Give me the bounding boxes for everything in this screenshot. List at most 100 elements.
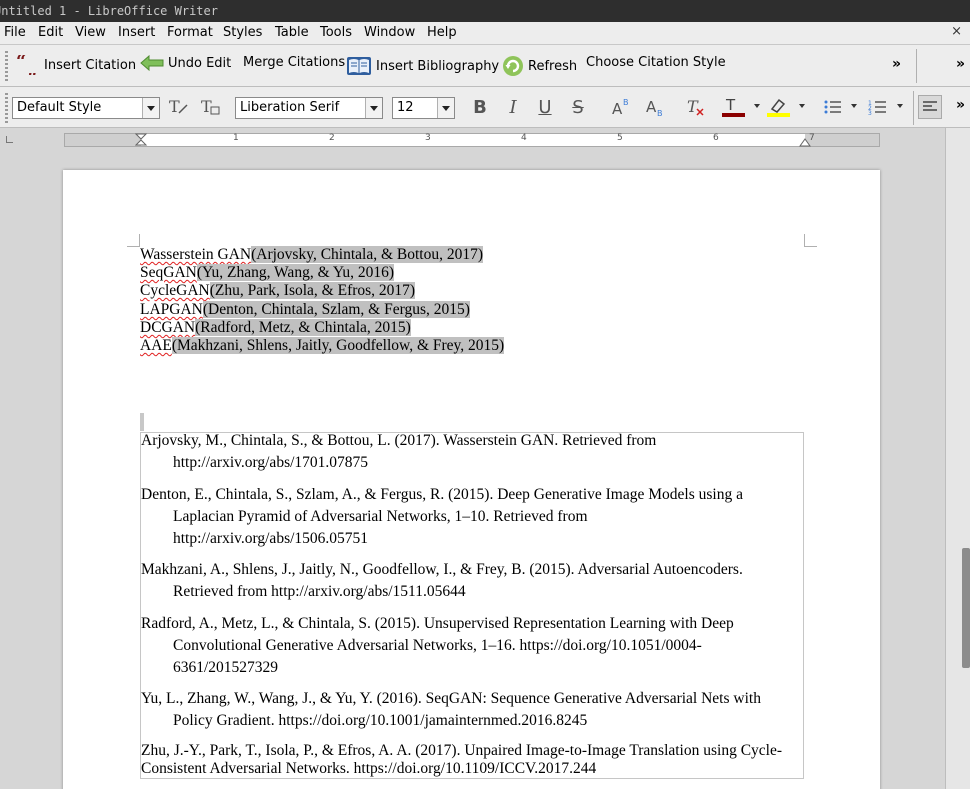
- close-document-icon[interactable]: ×: [951, 24, 962, 39]
- menu-table[interactable]: Table: [275, 25, 309, 40]
- chevron-down-icon[interactable]: [437, 98, 454, 118]
- bibliography-field-marker: [140, 413, 144, 431]
- citation-subject: DCGAN: [140, 319, 196, 336]
- citation-line[interactable]: DCGAN(Radford, Metz, & Chintala, 2015): [140, 319, 411, 337]
- ruler-number: 3: [425, 133, 431, 143]
- citation-toolbar-overflow-icon[interactable]: »: [892, 56, 901, 72]
- toolbar-separator: [913, 91, 914, 125]
- citation-line[interactable]: Wasserstein GAN(Arjovsky, Chintala, & Bo…: [140, 246, 484, 264]
- window-title-bar: Untitled 1 - LibreOffice Writer: [0, 0, 970, 22]
- superscript-icon[interactable]: AB: [609, 95, 633, 119]
- menu-edit[interactable]: Edit: [38, 25, 63, 40]
- citation-field[interactable]: (Zhu, Park, Isola, & Efros, 2017): [209, 282, 416, 299]
- highlight-color-dropdown-icon[interactable]: [799, 104, 805, 108]
- undo-edit-button[interactable]: Undo Edit: [140, 55, 231, 71]
- back-arrow-icon: [140, 55, 164, 71]
- open-book-icon: [346, 55, 372, 77]
- ordered-list-icon[interactable]: 123: [866, 95, 890, 119]
- bibliography-line: Denton, E., Chintala, S., Szlam, A., & F…: [141, 486, 743, 503]
- citation-subject: Wasserstein GAN: [140, 246, 252, 263]
- strikethrough-icon[interactable]: S: [566, 95, 590, 119]
- citation-subject: LAPGAN: [140, 301, 203, 318]
- menu-file[interactable]: File: [4, 25, 26, 40]
- menu-format[interactable]: Format: [167, 25, 213, 40]
- bibliography-section[interactable]: Arjovsky, M., Chintala, S., & Bottou, L.…: [140, 432, 804, 779]
- citation-line[interactable]: AAE(Makhzani, Shlens, Jaitly, Goodfellow…: [140, 337, 505, 355]
- document-workspace: Wasserstein GAN(Arjovsky, Chintala, & Bo…: [0, 152, 945, 789]
- scrollbar-thumb[interactable]: [962, 548, 970, 668]
- ruler-number: 4: [521, 133, 527, 143]
- paragraph-style-value: Default Style: [17, 100, 102, 115]
- chevron-down-icon[interactable]: [365, 98, 382, 118]
- ruler-number: 6: [713, 133, 719, 143]
- font-color-dropdown-icon[interactable]: [754, 104, 760, 108]
- menu-tools[interactable]: Tools: [320, 25, 352, 40]
- svg-text:B: B: [657, 109, 663, 117]
- citation-toolbar: “„ Insert Citation Undo Edit Merge Citat…: [0, 45, 970, 87]
- vertical-scrollbar[interactable]: [945, 128, 970, 789]
- citation-field[interactable]: (Arjovsky, Chintala, & Bottou, 2017): [251, 246, 484, 263]
- choose-citation-style-label: Choose Citation Style: [586, 55, 726, 70]
- ordered-list-dropdown-icon[interactable]: [897, 104, 903, 108]
- horizontal-ruler[interactable]: 1 2 3 4 5 6 7: [64, 133, 880, 147]
- paragraph-style-combo[interactable]: Default Style: [12, 97, 160, 119]
- font-name-value: Liberation Serif: [240, 100, 340, 115]
- text-boundary-corner: [127, 234, 140, 247]
- toolbar-grip[interactable]: [5, 51, 8, 81]
- document-page[interactable]: Wasserstein GAN(Arjovsky, Chintala, & Bo…: [63, 170, 880, 789]
- merge-citations-button[interactable]: Merge Citations: [243, 55, 345, 70]
- subscript-icon[interactable]: AB: [643, 95, 667, 119]
- quote-marks-icon: “„: [16, 55, 40, 75]
- citation-line[interactable]: SeqGAN(Yu, Zhang, Wang, & Yu, 2016): [140, 264, 395, 282]
- toolbar-grip[interactable]: [5, 93, 8, 123]
- citation-field[interactable]: (Denton, Chintala, Szlam, & Fergus, 2015…: [202, 301, 470, 318]
- bold-icon[interactable]: B: [468, 95, 492, 119]
- tab-stop-selector-icon[interactable]: [6, 136, 13, 143]
- ruler-right-margin: [805, 134, 879, 146]
- unordered-list-icon[interactable]: [821, 95, 845, 119]
- insert-bibliography-button[interactable]: Insert Bibliography: [346, 55, 499, 77]
- menu-help[interactable]: Help: [427, 25, 457, 40]
- citation-subject: CycleGAN: [140, 282, 210, 299]
- menu-view[interactable]: View: [75, 25, 106, 40]
- menu-styles[interactable]: Styles: [223, 25, 262, 40]
- ruler-left-margin: [65, 134, 141, 146]
- bibliography-line: Radford, A., Metz, L., & Chintala, S. (2…: [141, 615, 734, 632]
- citation-line[interactable]: LAPGAN(Denton, Chintala, Szlam, & Fergus…: [140, 301, 470, 319]
- citation-subject: AAE: [140, 337, 172, 354]
- ruler-number: 5: [617, 133, 623, 143]
- bibliography-line: Convolutional Generative Adversarial Net…: [173, 637, 702, 654]
- insert-citation-button[interactable]: “„ Insert Citation: [16, 55, 136, 75]
- citation-field[interactable]: (Makhzani, Shlens, Jaitly, Goodfellow, &…: [171, 337, 505, 354]
- menu-window[interactable]: Window: [364, 25, 415, 40]
- right-indent-marker-icon[interactable]: [799, 138, 811, 147]
- italic-icon[interactable]: I: [501, 95, 525, 119]
- font-size-combo[interactable]: 12: [392, 97, 455, 119]
- citation-line[interactable]: CycleGAN(Zhu, Park, Isola, & Efros, 2017…: [140, 282, 416, 300]
- font-name-combo[interactable]: Liberation Serif: [235, 97, 383, 119]
- underline-icon[interactable]: U: [533, 95, 557, 119]
- bibliography-line: Consistent Adversarial Networks. https:/…: [141, 760, 597, 777]
- highlight-color-icon[interactable]: [766, 95, 790, 119]
- choose-citation-style-button[interactable]: Choose Citation Style: [586, 55, 726, 70]
- citation-toolbar-overflow-icon-2[interactable]: »: [956, 56, 965, 72]
- indent-marker-icon[interactable]: [135, 133, 149, 147]
- svg-text:A: A: [646, 98, 657, 116]
- citation-field[interactable]: (Radford, Metz, & Chintala, 2015): [195, 319, 411, 336]
- new-style-icon[interactable]: T: [198, 95, 222, 119]
- svg-text:3: 3: [868, 110, 872, 117]
- menu-insert[interactable]: Insert: [118, 25, 155, 40]
- format-toolbar-overflow-icon[interactable]: »: [956, 97, 965, 113]
- align-left-icon[interactable]: [918, 95, 942, 119]
- citation-field[interactable]: (Yu, Zhang, Wang, & Yu, 2016): [196, 264, 395, 281]
- bibliography-line: http://arxiv.org/abs/1506.05751: [173, 530, 369, 547]
- update-style-icon[interactable]: T: [166, 95, 190, 119]
- window-title: Untitled 1 - LibreOffice Writer: [0, 4, 218, 18]
- undo-edit-label: Undo Edit: [168, 55, 232, 71]
- chevron-down-icon[interactable]: [142, 98, 159, 118]
- bibliography-line: 6361/201527329: [173, 659, 279, 676]
- font-color-icon[interactable]: T: [721, 95, 745, 119]
- clear-formatting-icon[interactable]: T: [683, 95, 707, 119]
- refresh-button[interactable]: Refresh: [502, 55, 577, 77]
- unordered-list-dropdown-icon[interactable]: [851, 104, 857, 108]
